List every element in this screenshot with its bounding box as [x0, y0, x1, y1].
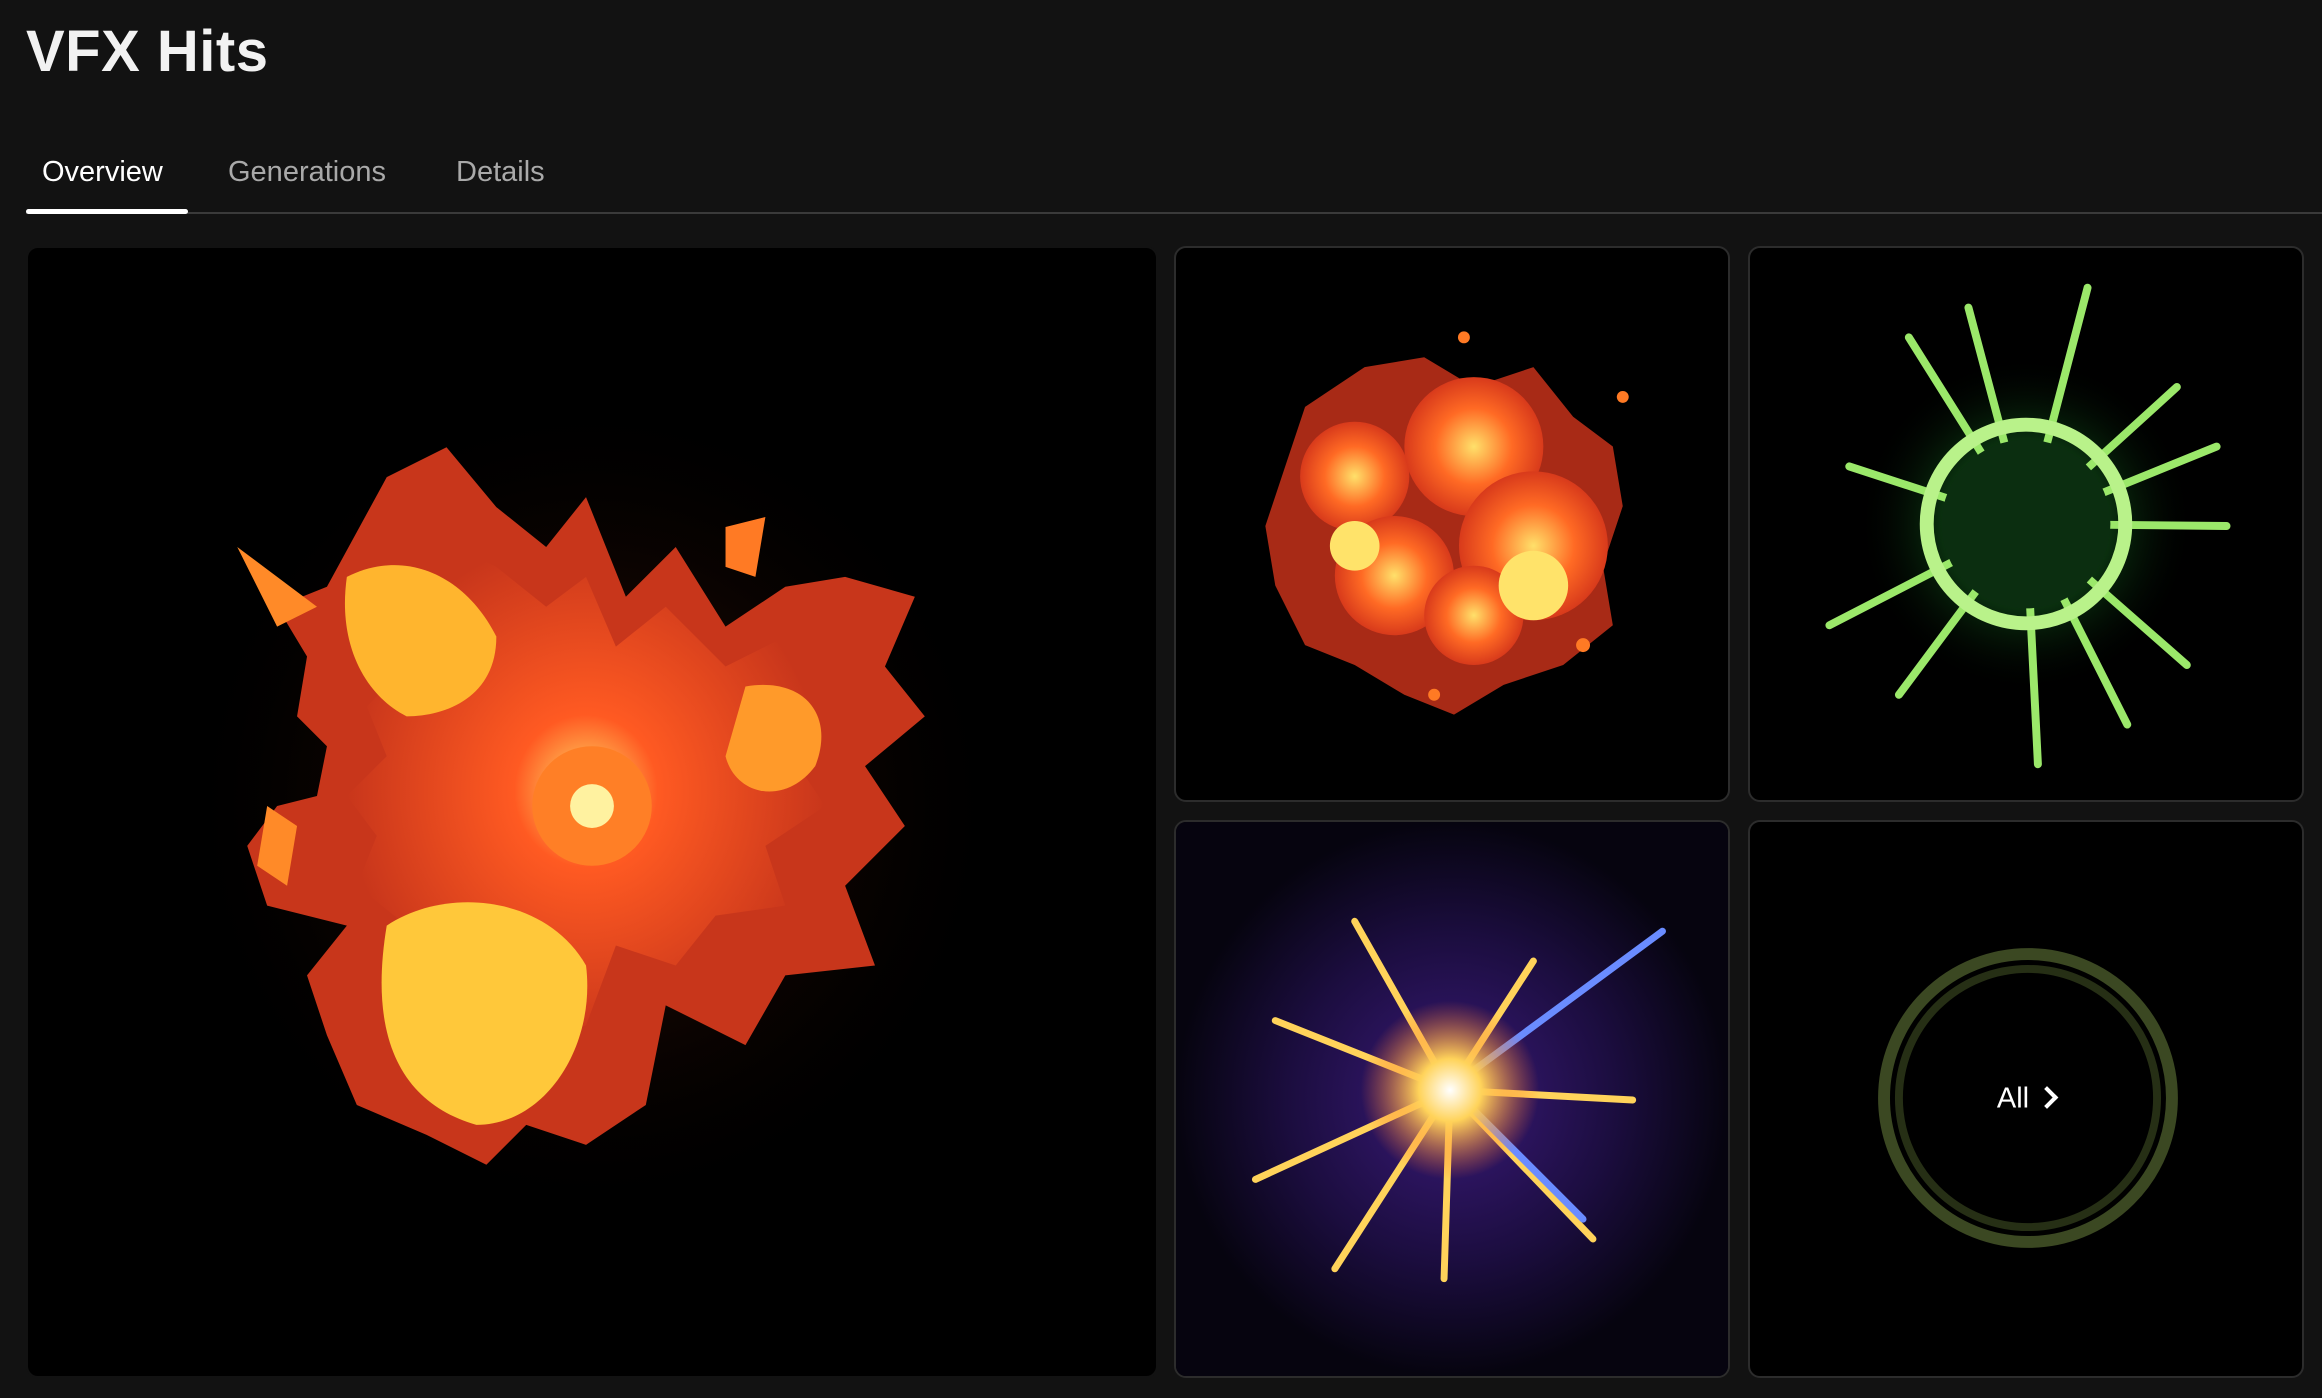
vfx-thumbnail-green-burst[interactable]	[1748, 246, 2304, 802]
tab-bar: Overview Generations Details	[26, 128, 2322, 214]
tab-overview[interactable]: Overview	[42, 148, 163, 212]
vfx-thumbnail-cluster-explosion[interactable]	[1174, 246, 1730, 802]
vfx-hits-page: VFX Hits Overview Generations Details Al…	[0, 0, 2322, 1398]
tab-overview-label: Overview	[42, 156, 163, 188]
active-tab-indicator	[26, 209, 188, 214]
green-burst-image	[1825, 283, 2231, 769]
view-all-tile[interactable]: All	[1748, 820, 2304, 1378]
tab-details[interactable]: Details	[456, 148, 545, 212]
featured-vfx-fire-explosion[interactable]	[26, 246, 1158, 1378]
page-title: VFX Hits	[26, 19, 269, 84]
view-all-label: All	[1996, 1082, 2030, 1115]
chevron-right-icon	[2035, 1086, 2059, 1109]
tab-generations-label: Generations	[228, 156, 386, 188]
spark-burst-image	[1176, 822, 1728, 1376]
vfx-thumbnail-spark-burst[interactable]	[1174, 820, 1730, 1378]
cluster-explosion-image	[1265, 331, 1629, 715]
tab-details-label: Details	[456, 156, 545, 188]
view-all-link[interactable]: All	[1750, 1083, 2302, 1116]
fire-explosion-image	[173, 387, 1011, 1225]
tab-generations[interactable]: Generations	[228, 148, 386, 212]
